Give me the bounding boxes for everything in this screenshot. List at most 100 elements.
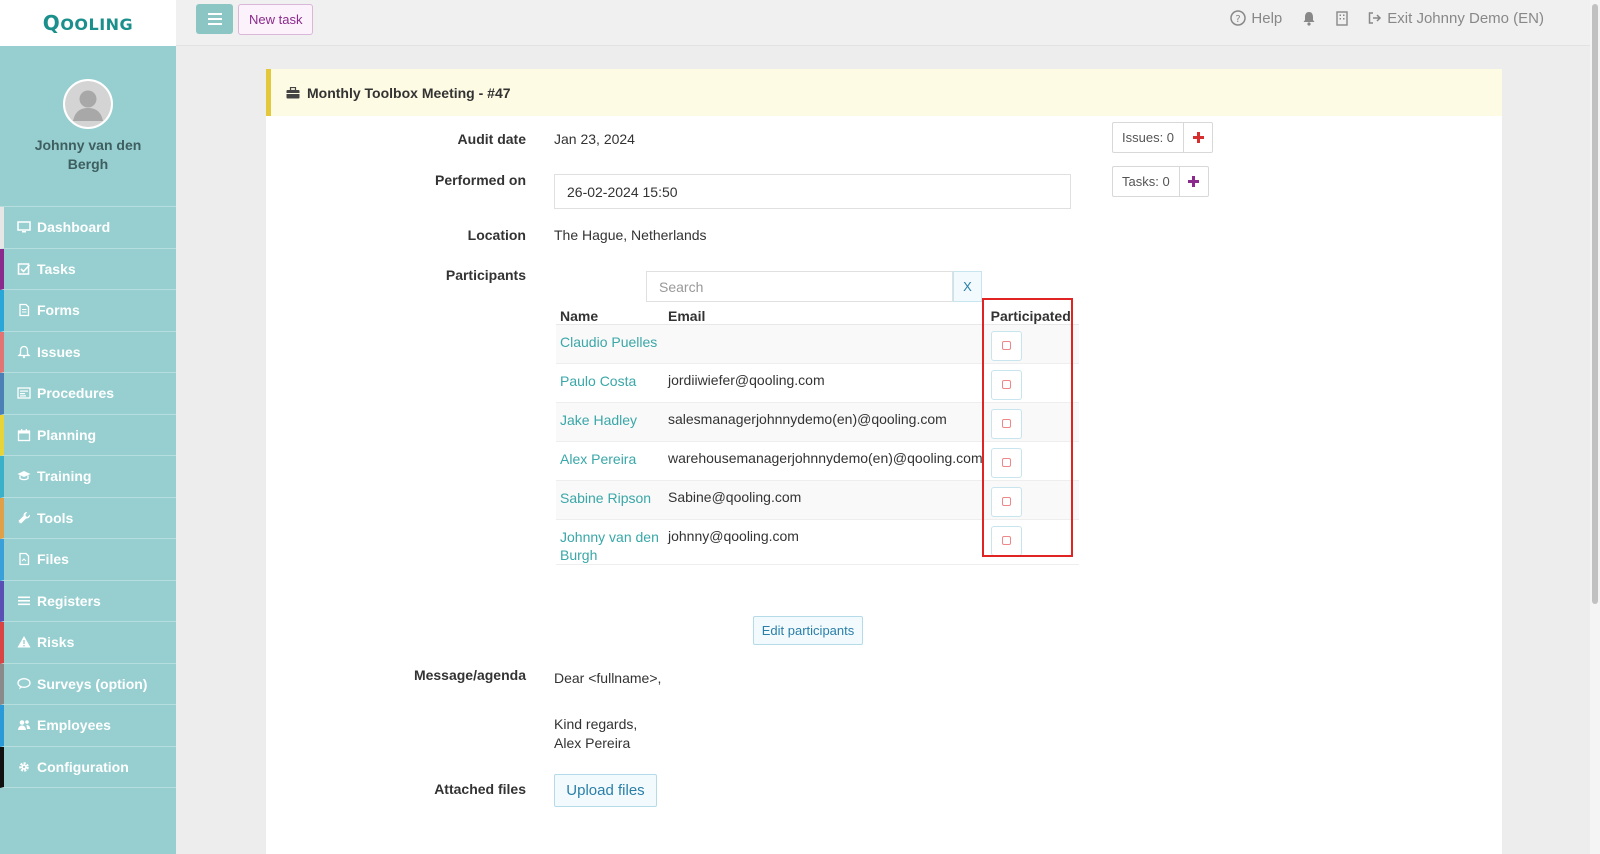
performed-on-label: Performed on [434, 172, 526, 188]
gear-icon [19, 762, 29, 772]
tasks-count[interactable]: Tasks: 0 [1112, 166, 1179, 197]
upload-files-button[interactable]: Upload files [554, 774, 657, 807]
sidebar-item-tools[interactable]: Tools [0, 497, 176, 539]
top-bar: QOOLING New task ? Help Exit Johnny Demo… [0, 0, 1600, 46]
menu-toggle-button[interactable] [196, 4, 233, 34]
sidebar-item-training[interactable]: Training [0, 456, 176, 498]
participated-checkbox[interactable] [990, 447, 1022, 478]
table-row: Claudio Puelles [556, 324, 1079, 364]
message-line: Alex Pereira [554, 735, 631, 751]
participant-name[interactable]: Johnny van den Burgh [556, 519, 664, 565]
add-issue-button[interactable] [1183, 122, 1214, 153]
logo-area[interactable]: QOOLING [0, 0, 176, 46]
exit-demo-link[interactable]: Exit Johnny Demo (EN) [1368, 10, 1544, 27]
graduation-cap-icon [17, 471, 31, 481]
participant-email: Sabine@qooling.com [664, 480, 987, 520]
message-label: Message/agenda [413, 667, 526, 683]
sidebar-item-configuration[interactable]: Configuration [0, 746, 176, 788]
audit-date-value: Jan 23, 2024 [554, 131, 635, 147]
attached-files-label: Attached files [434, 781, 526, 797]
sidebar-item-label: Issues [37, 343, 81, 360]
table-row: Paulo Costa jordiiwiefer@qooling.com [556, 363, 1079, 403]
user-silhouette-icon [65, 81, 111, 127]
participant-name[interactable]: Alex Pereira [556, 441, 664, 481]
tasks-counter: Tasks: 0 [1112, 166, 1209, 197]
table-row: Jake Hadley salesmanagerjohnnydemo(en)@qo… [556, 402, 1079, 442]
audit-date-label: Audit date [457, 131, 526, 147]
sidebar-item-tasks[interactable]: Tasks [0, 248, 176, 290]
participated-cell [986, 480, 1079, 520]
participant-name[interactable]: Claudio Puelles [556, 324, 664, 364]
building-button[interactable] [1336, 10, 1348, 26]
sign-out-icon [1369, 12, 1382, 24]
participant-name[interactable]: Jake Hadley [556, 402, 664, 442]
participants-label: Participants [445, 267, 526, 283]
sidebar-item-label: Tools [37, 509, 74, 526]
building-icon [1336, 10, 1348, 26]
sidebar-item-files[interactable]: Files [0, 539, 176, 581]
sidebar: Johnny van den Bergh Dashboard Tasks Forms… [0, 46, 176, 854]
participated-cell [986, 441, 1079, 481]
sidebar-item-issues[interactable]: Issues [0, 331, 176, 373]
column-header-name: Name [556, 301, 664, 325]
sidebar-item-label: Planning [37, 426, 97, 443]
avatar[interactable] [63, 79, 113, 129]
participated-checkbox[interactable] [990, 369, 1022, 400]
message-agenda: Dear <fullname>, Kind regards, Alex Pere… [554, 669, 661, 753]
sidebar-item-forms[interactable]: Forms [0, 290, 176, 332]
sidebar-item-label: Forms [37, 302, 80, 319]
sidebar-item-label: Registers [37, 592, 101, 609]
sidebar-item-dashboard[interactable]: Dashboard [0, 207, 176, 249]
meeting-panel: Monthly Toolbox Meeting - #47 Audit date… [266, 69, 1502, 854]
sidebar-item-label: Tasks [37, 260, 76, 277]
scrollbar-thumb[interactable] [1592, 4, 1598, 604]
lines-icon [18, 596, 30, 605]
table-row: Alex Pereira warehousemanagerjohnnydemo(e… [556, 441, 1079, 481]
sidebar-item-label: Files [37, 551, 69, 568]
new-task-button[interactable]: New task [238, 4, 314, 35]
edit-participants-button[interactable]: Edit participants [753, 616, 863, 645]
sidebar-item-registers[interactable]: Registers [0, 580, 176, 622]
sidebar-item-surveys-option[interactable]: Surveys (option) [0, 663, 176, 705]
briefcase-icon [286, 86, 300, 98]
sidebar-item-risks[interactable]: Risks [0, 622, 176, 664]
bell-icon [17, 345, 31, 358]
help-link[interactable]: ? Help [1230, 10, 1282, 27]
participated-checkbox[interactable] [990, 330, 1022, 361]
table-header-row: Name Email Participated [556, 301, 1079, 325]
plus-icon [1192, 132, 1204, 143]
sidebar-item-label: Training [37, 468, 92, 485]
column-header-email: Email [664, 301, 987, 325]
performed-on-field[interactable]: 26-02-2024 15:50 [554, 174, 1071, 209]
monitor-icon [17, 221, 31, 233]
participants-table: Name Email Participated Claudio Puelles P… [556, 301, 1079, 565]
speech-bubble-icon [17, 677, 31, 690]
participated-checkbox[interactable] [990, 408, 1022, 439]
participated-checkbox[interactable] [990, 525, 1022, 556]
list-icon [17, 387, 31, 399]
checkbox-box [1001, 497, 1011, 506]
location-label: Location [467, 227, 526, 243]
participant-email: johnny@qooling.com [664, 519, 987, 565]
search-input[interactable] [646, 271, 953, 302]
participant-email: salesmanagerjohnnydemo(en)@qooling.com [664, 402, 987, 442]
sidebar-item-label: Surveys (option) [37, 675, 148, 692]
calendar-icon [17, 428, 31, 441]
search-clear-button[interactable]: X [953, 271, 982, 302]
add-task-button[interactable] [1178, 166, 1209, 197]
participant-name[interactable]: Sabine Ripson [556, 480, 664, 520]
notifications-button[interactable] [1302, 11, 1316, 26]
svg-text:?: ? [1236, 14, 1241, 25]
issues-count[interactable]: Issues: 0 [1112, 122, 1184, 153]
table-row: Sabine Ripson Sabine@qooling.com [556, 480, 1079, 520]
sidebar-item-employees[interactable]: Employees [0, 705, 176, 747]
users-icon [18, 720, 31, 731]
sidebar-item-label: Employees [37, 717, 111, 734]
user-name: Johnny van den Bergh [34, 137, 142, 172]
page-scrollbar[interactable] [1590, 0, 1600, 854]
participated-checkbox[interactable] [990, 486, 1022, 517]
sidebar-item-planning[interactable]: Planning [0, 414, 176, 456]
participant-name[interactable]: Paulo Costa [556, 363, 664, 403]
sidebar-item-procedures[interactable]: Procedures [0, 373, 176, 415]
checkbox-box [1001, 380, 1011, 389]
